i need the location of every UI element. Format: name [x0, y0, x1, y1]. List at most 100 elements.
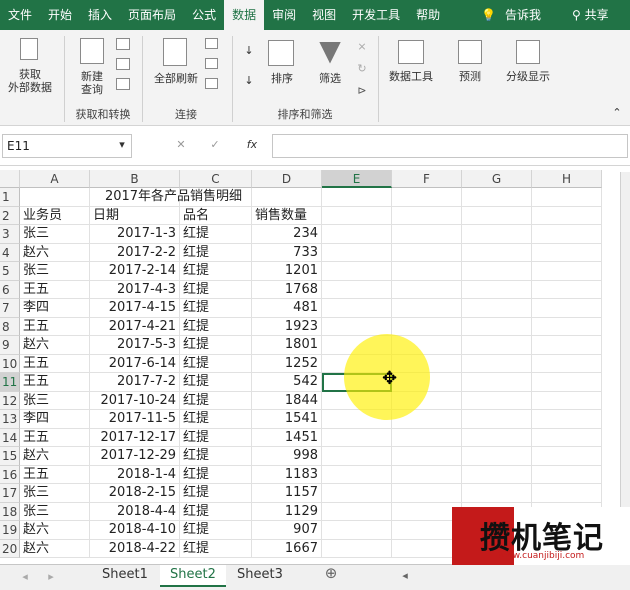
cell[interactable]: [392, 317, 462, 336]
cell[interactable]: [462, 428, 532, 447]
cell[interactable]: [462, 299, 532, 318]
cell[interactable]: 王五: [20, 280, 90, 299]
tab-insert[interactable]: 插入: [80, 0, 120, 30]
tab-file[interactable]: 文件: [0, 0, 40, 30]
cell[interactable]: 2018-4-4: [90, 502, 180, 521]
column-header-a[interactable]: A: [20, 170, 90, 188]
advanced-filter-icon[interactable]: ⊳: [354, 84, 370, 97]
cell[interactable]: 红提: [180, 502, 252, 521]
cell[interactable]: 2017-6-14: [90, 354, 180, 373]
cell[interactable]: 红提: [180, 428, 252, 447]
cell[interactable]: [392, 280, 462, 299]
new-query-button[interactable]: 新建 查询: [72, 70, 112, 96]
cell[interactable]: [322, 521, 392, 540]
cell[interactable]: [462, 484, 532, 503]
cell[interactable]: 2017-2-14: [90, 262, 180, 281]
next-sheet-icon[interactable]: ▸: [46, 570, 56, 583]
tab-help[interactable]: 帮助: [408, 0, 448, 30]
tab-view[interactable]: 视图: [304, 0, 344, 30]
cell[interactable]: 日期: [90, 206, 180, 225]
cell[interactable]: [392, 484, 462, 503]
tab-page-layout[interactable]: 页面布局: [120, 0, 184, 30]
cell[interactable]: 红提: [180, 465, 252, 484]
cell[interactable]: 1541: [252, 410, 322, 429]
cell[interactable]: 红提: [180, 243, 252, 262]
cell[interactable]: 2018-4-22: [90, 539, 180, 558]
cell[interactable]: [532, 354, 602, 373]
row-header[interactable]: 3: [0, 225, 20, 244]
cell[interactable]: [462, 188, 532, 207]
cell[interactable]: [532, 465, 602, 484]
cell[interactable]: 1923: [252, 317, 322, 336]
cell[interactable]: [532, 447, 602, 466]
cell[interactable]: [462, 317, 532, 336]
cell[interactable]: [532, 410, 602, 429]
row-header[interactable]: 20: [0, 539, 20, 558]
cell[interactable]: [462, 447, 532, 466]
cell[interactable]: 红提: [180, 262, 252, 281]
sheet-tab-1[interactable]: Sheet1: [92, 565, 158, 587]
row-header[interactable]: 15: [0, 447, 20, 466]
cell[interactable]: [532, 484, 602, 503]
cell[interactable]: 赵六: [20, 336, 90, 355]
cell[interactable]: 1129: [252, 502, 322, 521]
cell[interactable]: [532, 336, 602, 355]
vertical-scrollbar[interactable]: [620, 172, 630, 562]
cell[interactable]: 红提: [180, 410, 252, 429]
outline-button[interactable]: 分级显示: [500, 70, 556, 83]
cell[interactable]: 2017-7-2: [90, 373, 180, 392]
cell[interactable]: [462, 391, 532, 410]
cell[interactable]: [532, 225, 602, 244]
cell[interactable]: 2017-10-24: [90, 391, 180, 410]
cell[interactable]: [532, 188, 602, 207]
cell[interactable]: 赵六: [20, 521, 90, 540]
cell[interactable]: 红提: [180, 317, 252, 336]
cell[interactable]: 业务员: [20, 206, 90, 225]
tab-review[interactable]: 审阅: [264, 0, 304, 30]
cell[interactable]: [392, 225, 462, 244]
cell[interactable]: 赵六: [20, 243, 90, 262]
cell[interactable]: [322, 262, 392, 281]
cell[interactable]: [532, 373, 602, 392]
cell[interactable]: [462, 206, 532, 225]
cell[interactable]: 张三: [20, 502, 90, 521]
cell[interactable]: [532, 280, 602, 299]
cell[interactable]: 王五: [20, 354, 90, 373]
hscroll-left-icon[interactable]: ◂: [400, 569, 410, 582]
cell[interactable]: 1844: [252, 391, 322, 410]
edit-links-icon[interactable]: [205, 78, 218, 89]
row-header[interactable]: 7: [0, 299, 20, 318]
cell[interactable]: 红提: [180, 336, 252, 355]
cell[interactable]: [462, 280, 532, 299]
cell[interactable]: [322, 243, 392, 262]
cell[interactable]: [392, 243, 462, 262]
filter-button[interactable]: 筛选: [312, 72, 348, 85]
cell[interactable]: 李四: [20, 299, 90, 318]
cell[interactable]: 红提: [180, 299, 252, 318]
cell[interactable]: [462, 465, 532, 484]
cell[interactable]: 1451: [252, 428, 322, 447]
collapse-ribbon-icon[interactable]: ⌃: [610, 106, 624, 119]
prev-sheet-icon[interactable]: ◂: [20, 570, 30, 583]
share-button[interactable]: ⚲ 共享: [572, 0, 609, 30]
refresh-all-button[interactable]: 全部刷新: [148, 72, 204, 85]
cell[interactable]: 2018-1-4: [90, 465, 180, 484]
cell[interactable]: 1201: [252, 262, 322, 281]
cell[interactable]: [392, 188, 462, 207]
cell[interactable]: 红提: [180, 391, 252, 410]
clear-filter-icon[interactable]: ⨯: [354, 40, 370, 53]
row-header[interactable]: 17: [0, 484, 20, 503]
cell[interactable]: 2017-5-3: [90, 336, 180, 355]
column-header-d[interactable]: D: [252, 170, 322, 188]
cell[interactable]: [322, 280, 392, 299]
cell[interactable]: 733: [252, 243, 322, 262]
row-header[interactable]: 4: [0, 243, 20, 262]
cell[interactable]: 2017-12-29: [90, 447, 180, 466]
cell[interactable]: [322, 206, 392, 225]
cell[interactable]: 赵六: [20, 539, 90, 558]
column-header-e[interactable]: E: [322, 170, 392, 188]
properties-icon[interactable]: [205, 58, 218, 69]
cell[interactable]: 2018-4-10: [90, 521, 180, 540]
cell[interactable]: 品名: [180, 206, 252, 225]
recent-sources-icon[interactable]: [116, 78, 130, 90]
